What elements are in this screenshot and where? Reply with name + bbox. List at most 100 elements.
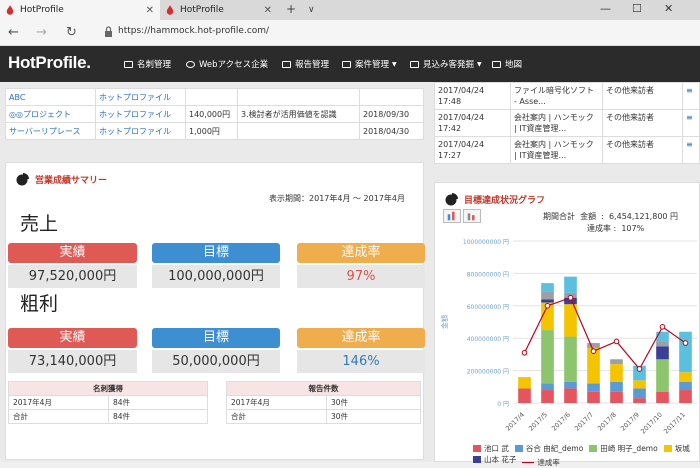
bar-segment xyxy=(587,383,600,392)
browser-tab-2[interactable]: HotProfile ✕ xyxy=(160,0,278,20)
sales-rate-value: 97% xyxy=(297,265,425,288)
bar-segment xyxy=(610,364,623,382)
legend-item[interactable]: 谷合 由紀_demo xyxy=(514,443,583,454)
report-icon xyxy=(282,60,291,68)
page-title-cell: 会社案内 | ハンモック | IT資産管理... xyxy=(510,109,603,137)
x-tick-label: 2017/5 xyxy=(527,411,549,433)
main-content: ABC ホットプロファイル ◎◎プロジェクト ホットプロファイル 140,000… xyxy=(0,82,700,467)
table-row: 2017/04/24 17:42 会社案内 | ハンモック | IT資産管理..… xyxy=(434,109,700,137)
cards-acquired-table: 名刺獲得 2017年4月 84件 合計 84件 xyxy=(8,381,208,424)
x-tick-label: 2017/11 xyxy=(662,411,687,436)
amount-cell: 140,000円 xyxy=(185,105,238,123)
browser-tab-1[interactable]: HotProfile ✕ xyxy=(0,0,160,20)
tab-title: HotProfile xyxy=(180,5,224,15)
nav-label: 地図 xyxy=(505,60,523,70)
stage-cell: 3.検討者が活用価値を認識 xyxy=(237,105,360,123)
sales-heading: 売上 xyxy=(20,213,59,235)
bar-segment xyxy=(587,343,600,348)
legend-swatch xyxy=(663,445,672,452)
rate-point xyxy=(521,349,528,356)
close-icon[interactable]: ✕ xyxy=(264,5,272,16)
cards-header: 名刺獲得 xyxy=(8,381,208,396)
nav-item-prospects[interactable]: 見込み客発掘 ▼ xyxy=(410,58,482,70)
rate-point xyxy=(636,366,643,372)
bar-segment xyxy=(541,291,554,300)
flame-icon xyxy=(6,5,14,15)
legend-item[interactable]: 達成率 xyxy=(522,457,560,468)
hotprofile-logo[interactable]: HotProfile. xyxy=(8,53,91,73)
new-tab-button[interactable]: + xyxy=(286,2,296,16)
deal-name-link[interactable]: ABC xyxy=(5,88,96,106)
tab-list-button[interactable]: ∨ xyxy=(308,5,315,15)
deal-name-link[interactable]: ◎◎プロジェクト xyxy=(5,105,96,123)
close-icon[interactable]: ✕ xyxy=(146,5,154,16)
detail-link[interactable]: ≡ xyxy=(682,82,700,110)
visitor-type-cell: その他来訪者 xyxy=(602,82,683,110)
detail-link[interactable]: ≡ xyxy=(682,109,700,137)
nav-item-reports[interactable]: 報告管理 xyxy=(282,58,329,70)
legend-label: 田崎 明子_demo xyxy=(600,444,658,453)
detail-link[interactable]: ≡ xyxy=(682,136,700,164)
table-header: 報告件数 xyxy=(226,381,421,396)
deal-name-link[interactable]: サーバーリプレース xyxy=(5,122,96,140)
briefcase-icon xyxy=(342,60,351,68)
product-link[interactable]: ホットプロファイル xyxy=(95,88,186,106)
nav-item-deals[interactable]: 案件管理 ▼ xyxy=(342,58,397,70)
row-value: 84件 xyxy=(108,395,208,410)
chevron-down-icon: ▼ xyxy=(477,60,482,68)
profit-actual-label: 実績 xyxy=(8,328,137,348)
bar-segment xyxy=(541,390,554,403)
product-link[interactable]: ホットプロファイル xyxy=(95,105,186,123)
bar-chart-toggle[interactable] xyxy=(443,209,461,223)
window-close-button[interactable]: ✕ xyxy=(664,2,673,15)
pie-chart-icon xyxy=(16,173,29,186)
y-tick-label: 600000000 円 xyxy=(467,304,509,311)
back-button[interactable]: ← xyxy=(8,25,19,40)
refresh-button[interactable]: ↻ xyxy=(66,25,77,40)
bar-segment xyxy=(656,391,669,403)
product-link[interactable]: ホットプロファイル xyxy=(95,122,186,140)
url-input[interactable]: https://hammock.hot-profile.com/ xyxy=(118,26,269,36)
line-chart-toggle[interactable] xyxy=(463,209,481,223)
datetime-cell: 2017/04/24 17:48 xyxy=(434,82,511,110)
row-label: 合計 xyxy=(226,409,327,424)
x-tick-label: 2017/7 xyxy=(573,411,595,433)
page-title-cell: ファイル暗号化ソフト - Asse... xyxy=(510,82,603,110)
bar-segment xyxy=(610,359,623,365)
x-tick-label: 2017/8 xyxy=(596,411,618,433)
maximize-button[interactable]: ☐ xyxy=(632,2,642,15)
table-row: ◎◎プロジェクト ホットプロファイル 140,000円 3.検討者が活用価値を認… xyxy=(5,105,424,123)
legend-item[interactable]: 山本 花子 xyxy=(473,454,516,465)
x-tick-label: 2017/9 xyxy=(619,411,641,433)
minimize-button[interactable]: — xyxy=(600,2,611,15)
deals-table: ABC ホットプロファイル ◎◎プロジェクト ホットプロファイル 140,000… xyxy=(5,88,424,140)
table-row: 2017年4月 30件 xyxy=(226,395,421,410)
table-row: ABC ホットプロファイル xyxy=(5,88,424,106)
forward-button[interactable]: → xyxy=(36,25,47,40)
rate-label: 達成率 xyxy=(587,224,611,233)
table-row: 合計 30件 xyxy=(226,409,421,424)
app-navbar: HotProfile. 名刺管理 Webアクセス企業 報告管理 案件管理 ▼ 見込… xyxy=(0,46,700,82)
legend-swatch xyxy=(589,445,598,452)
legend-item[interactable]: 池口 武 xyxy=(473,443,509,454)
rate-point xyxy=(590,348,597,354)
nav-item-web-access[interactable]: Webアクセス企業 xyxy=(186,58,268,70)
nav-item-map[interactable]: 地図 xyxy=(492,58,522,70)
legend-item[interactable]: 田崎 明子_demo xyxy=(589,443,658,454)
x-tick-label: 2017/4 xyxy=(504,411,526,433)
amount-label: 金額 xyxy=(580,212,597,221)
nav-label: 報告管理 xyxy=(295,60,330,70)
bar-segment xyxy=(610,391,623,403)
y-tick-label: 0 円 xyxy=(497,401,509,408)
bar-segment xyxy=(541,283,554,292)
row-value: 30件 xyxy=(326,409,421,424)
bar-segment xyxy=(656,346,669,360)
chevron-down-icon: ▼ xyxy=(392,60,397,68)
legend-item[interactable]: 坂城 xyxy=(663,443,690,454)
y-axis-label: 金額 xyxy=(440,315,449,329)
rate-point xyxy=(567,294,574,301)
profit-heading: 粗利 xyxy=(20,293,59,315)
nav-item-cards[interactable]: 名刺管理 xyxy=(124,58,171,70)
bar-segment xyxy=(656,341,669,347)
legend-label: 達成率 xyxy=(537,458,560,467)
